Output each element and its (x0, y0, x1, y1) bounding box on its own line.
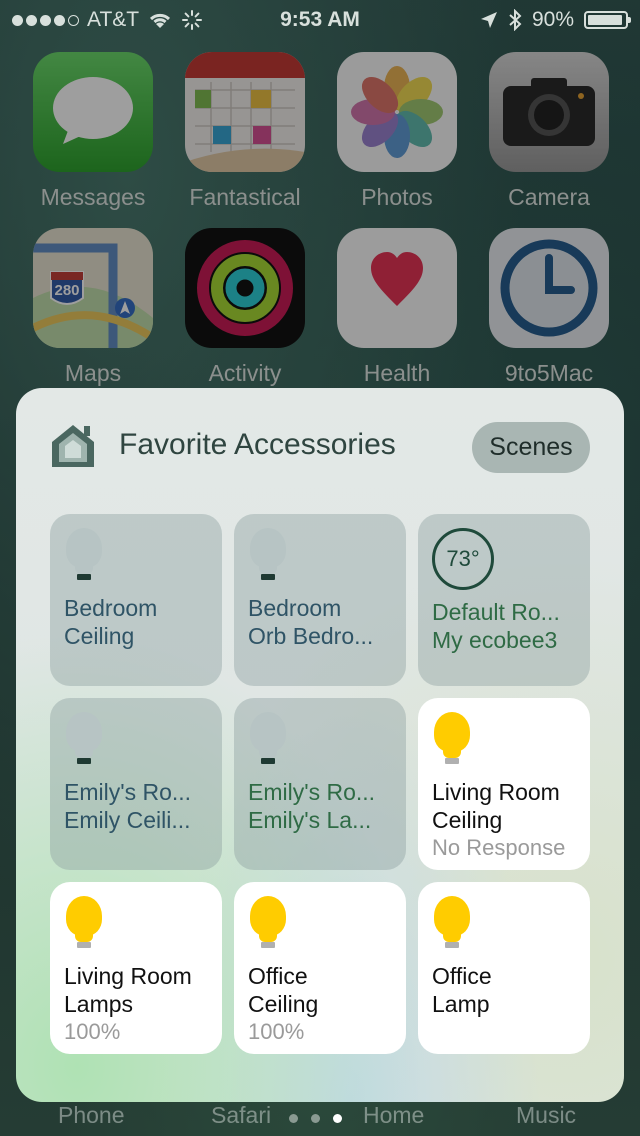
favorite-accessories-widget: Favorite Accessories Scenes Bedroom Ceil… (16, 388, 624, 1102)
scenes-button[interactable]: Scenes (472, 422, 590, 473)
tile-accessory: Orb Bedro... (248, 623, 374, 649)
app-health[interactable]: Health (321, 228, 473, 387)
page-indicator[interactable] (289, 1114, 342, 1123)
tile-status: 100% (64, 1019, 121, 1044)
clock-icon (489, 228, 609, 348)
lightbulb-icon (248, 528, 288, 588)
dock-item-phone[interactable]: Phone (58, 1102, 125, 1129)
heart-icon (337, 228, 457, 348)
tile-status: 100% (248, 1019, 305, 1044)
accessory-tile[interactable]: Office Ceiling 100% (234, 882, 406, 1054)
home-app-icon (52, 425, 94, 467)
map-shield-label: 280 (54, 282, 79, 299)
location-arrow-icon (480, 12, 497, 28)
tile-room: Emily's Ro... (64, 779, 192, 805)
lightbulb-icon (64, 712, 104, 772)
tile-room: Living Room (432, 779, 560, 805)
lightbulb-icon (248, 712, 288, 772)
tile-status: No Response (432, 835, 566, 860)
battery-icon (584, 11, 631, 29)
tile-accessory: Ceiling (432, 807, 503, 833)
bluetooth-icon (509, 9, 522, 31)
app-9to5mac[interactable]: 9to5Mac (473, 228, 625, 387)
battery-percent: 90% (531, 8, 574, 31)
accessory-tile[interactable]: Office Lamp (418, 882, 590, 1054)
status-bar: AT&T 9:53 AM 90% (0, 0, 640, 40)
app-messages[interactable]: Messages (17, 52, 169, 211)
messages-icon (33, 52, 153, 172)
calendar-icon (185, 52, 305, 172)
tile-accessory: Emily's La... (248, 807, 372, 833)
tile-room: Office (248, 963, 308, 989)
accessory-tile[interactable]: 73° Default Ro... My ecobee3 (418, 514, 590, 686)
activity-rings-icon (185, 228, 305, 348)
app-label: Activity (208, 360, 282, 386)
app-label: Photos (361, 184, 433, 210)
tile-room: Living Room (64, 963, 192, 989)
page-dot-active (333, 1114, 342, 1123)
lightbulb-icon (64, 896, 104, 956)
accessory-tile[interactable]: Living Room Lamps 100% (50, 882, 222, 1054)
status-right: 90% (480, 8, 631, 32)
camera-icon (489, 52, 609, 172)
accessory-tile[interactable]: Bedroom Orb Bedro... (234, 514, 406, 686)
page-dot (289, 1114, 298, 1123)
app-label: Camera (508, 184, 590, 210)
tile-room: Office (432, 963, 492, 989)
tile-room: Bedroom (248, 595, 342, 621)
lightbulb-icon (432, 896, 472, 956)
tile-accessory: Lamps (64, 991, 134, 1017)
tile-accessory: Ceiling (248, 991, 319, 1017)
dock-item-home[interactable]: Home (363, 1102, 424, 1129)
lightbulb-icon (64, 528, 104, 588)
app-label: 9to5Mac (504, 360, 594, 386)
widget-title: Favorite Accessories (119, 428, 396, 461)
tile-accessory: Ceiling (64, 623, 135, 649)
app-label: Messages (40, 184, 146, 210)
tile-accessory: Lamp (432, 991, 490, 1017)
app-label: Maps (64, 360, 122, 386)
accessory-tile[interactable]: Bedroom Ceiling (50, 514, 222, 686)
photos-flower-icon (337, 52, 457, 172)
tile-room: Emily's Ro... (248, 779, 376, 805)
thermostat-icon: 73° (432, 528, 494, 590)
widget-header: Favorite Accessories Scenes (48, 422, 590, 474)
app-activity[interactable]: Activity (169, 228, 321, 387)
tile-room: Default Ro... (432, 599, 560, 625)
tile-room: Bedroom (64, 595, 158, 621)
dock-item-music[interactable]: Music (516, 1102, 576, 1129)
app-photos[interactable]: Photos (321, 52, 473, 211)
map-icon: 280 (33, 228, 153, 348)
app-fantastical[interactable]: Fantastical (169, 52, 321, 211)
accessory-tile[interactable]: Emily's Ro... Emily Ceili... (50, 698, 222, 870)
accessory-tile[interactable]: Emily's Ro... Emily's La... (234, 698, 406, 870)
dock-item-safari[interactable]: Safari (211, 1102, 271, 1129)
app-camera[interactable]: Camera (473, 52, 625, 211)
app-label: Fantastical (189, 184, 301, 210)
lightbulb-icon (432, 712, 472, 772)
app-label: Health (363, 360, 431, 386)
tile-accessory: Emily Ceili... (64, 807, 191, 833)
accessory-tile[interactable]: Living Room Ceiling No Response (418, 698, 590, 870)
lightbulb-icon (248, 896, 288, 956)
tile-accessory: My ecobee3 (432, 627, 558, 653)
app-maps[interactable]: 280 Maps (17, 228, 169, 387)
thermostat-temperature: 73° (446, 546, 480, 571)
page-dot (311, 1114, 320, 1123)
